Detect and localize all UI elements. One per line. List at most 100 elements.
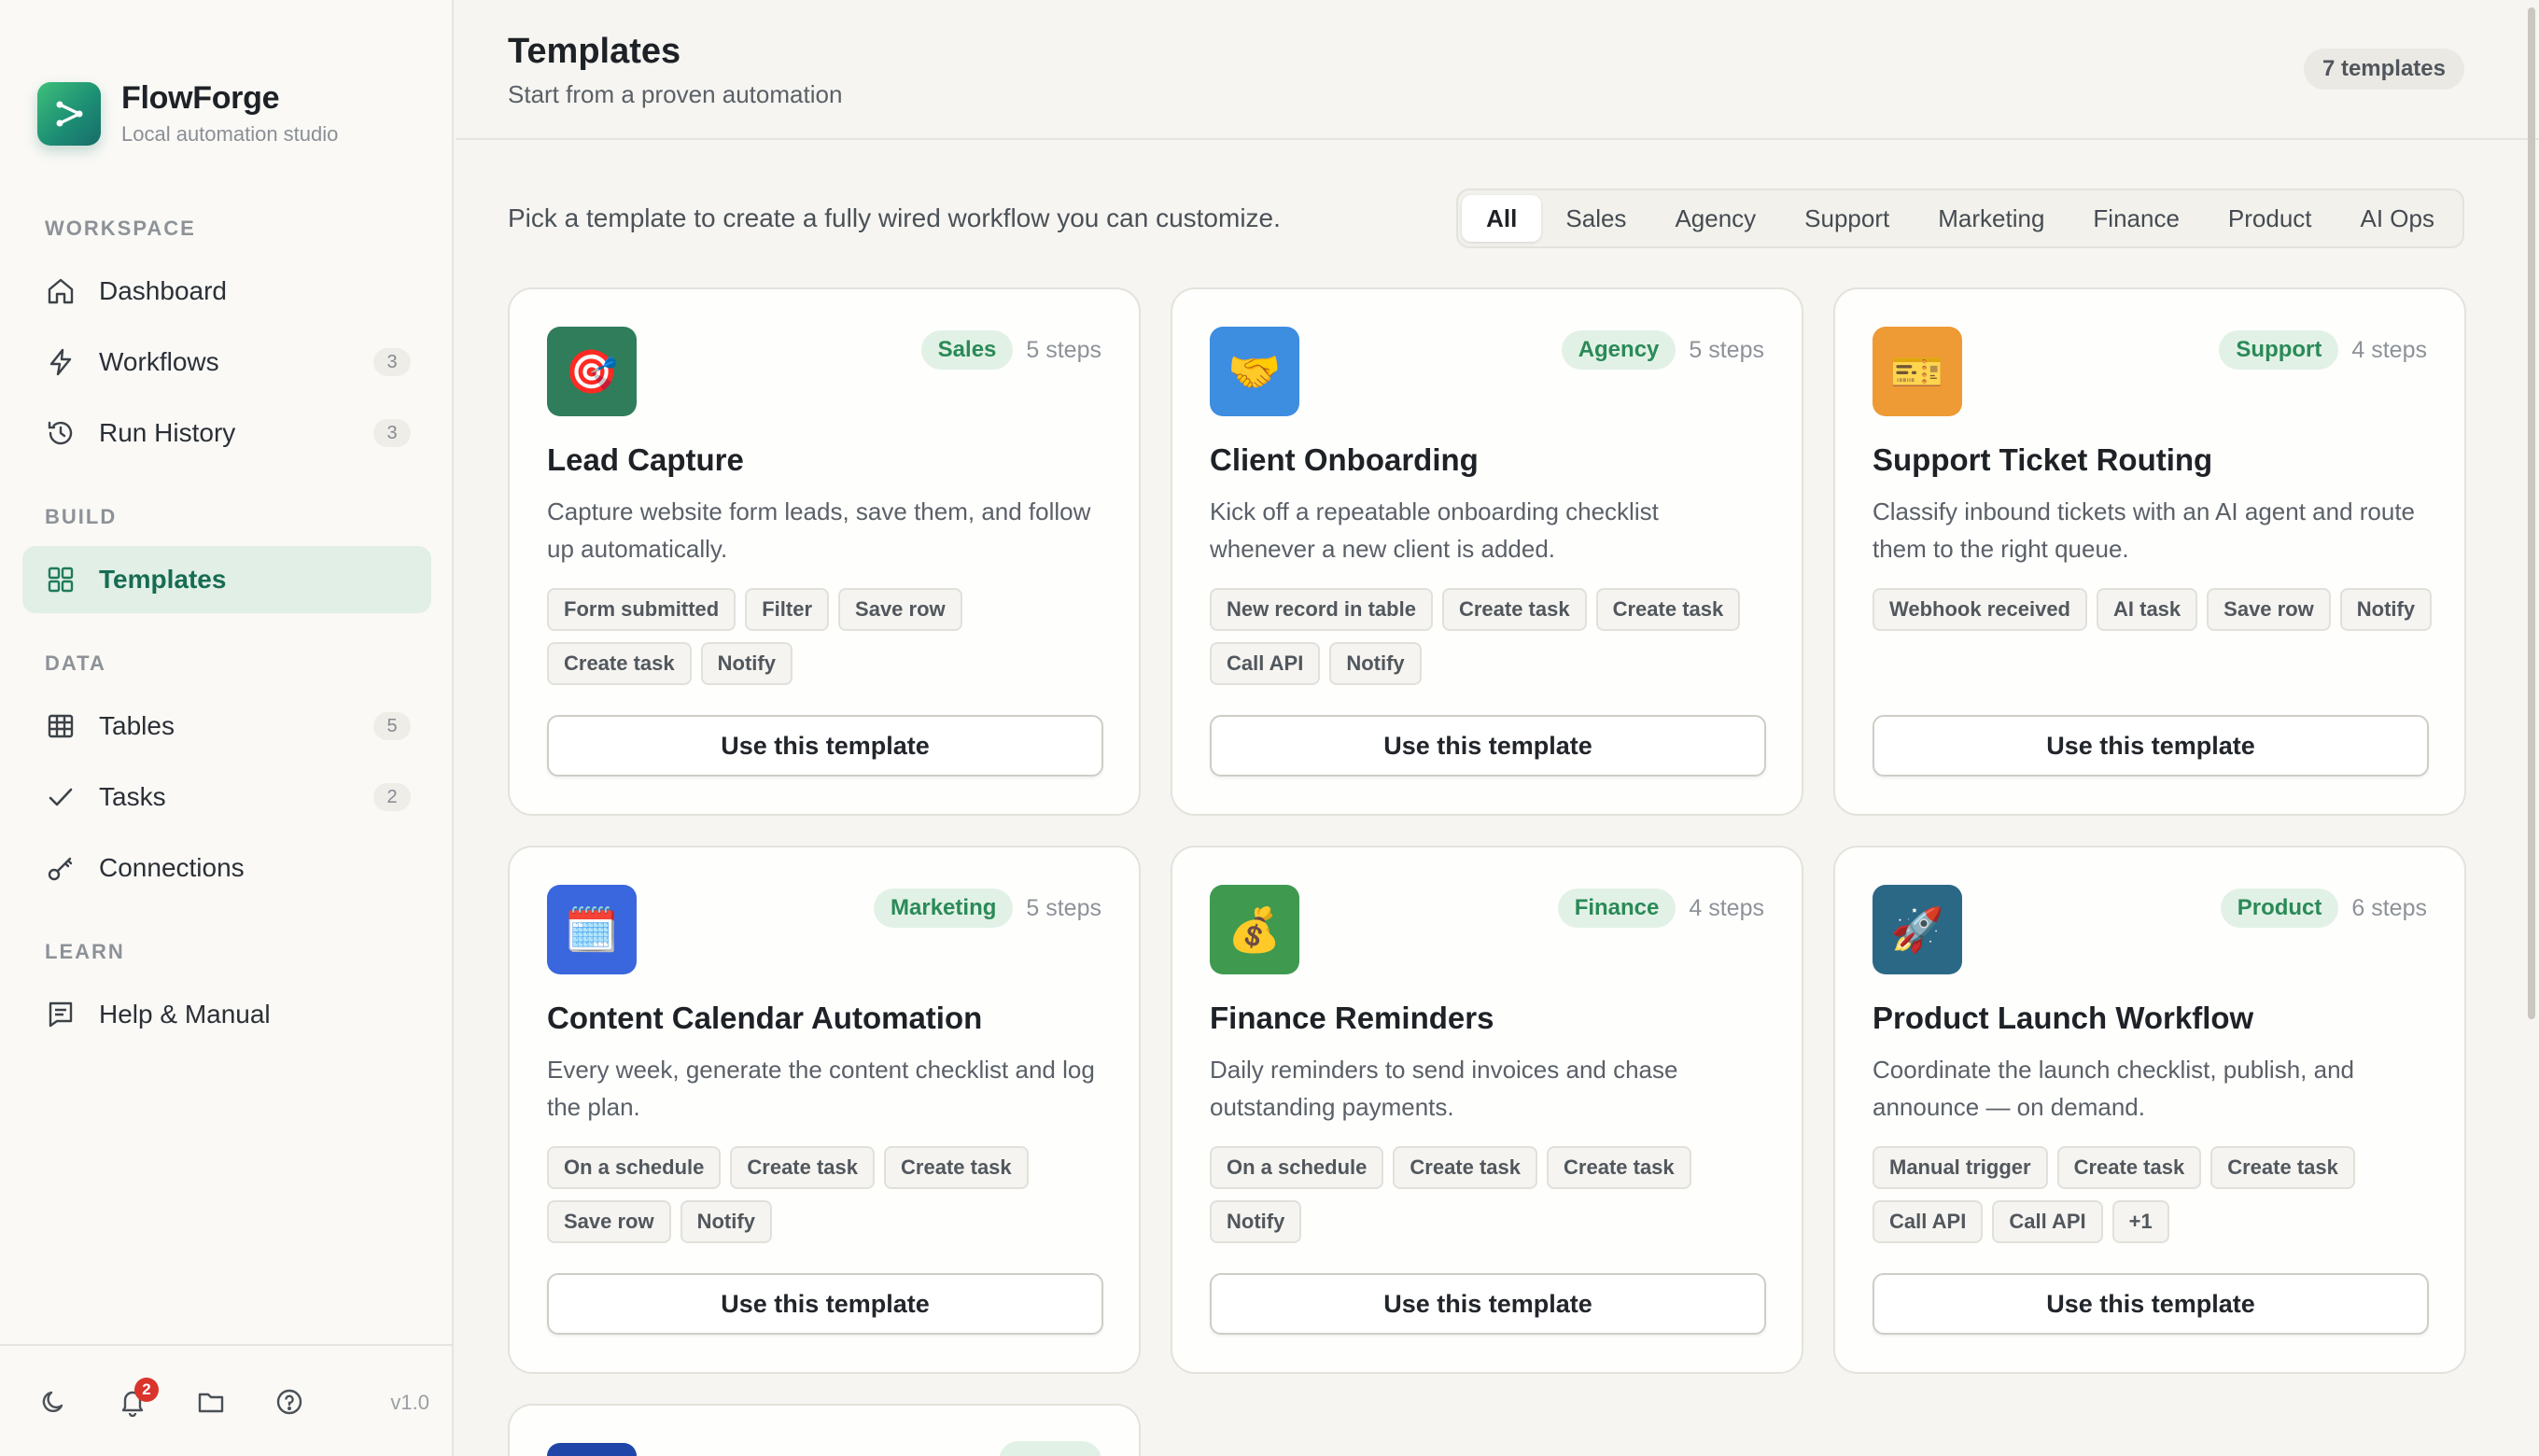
- step-chips: New record in table Create task Create t…: [1210, 588, 1770, 685]
- template-card-support-ticket-routing: 🎫 Support 4 steps Support Ticket Routing…: [1833, 287, 2466, 816]
- category-badge: Sales: [920, 330, 1014, 370]
- step-chips: Webhook received AI task Save row Notify: [1873, 588, 2433, 631]
- table-icon: [45, 710, 77, 742]
- sidebar-item-connections[interactable]: Connections: [22, 834, 431, 902]
- section-data: DATA: [45, 651, 106, 675]
- scrollbar[interactable]: [2528, 7, 2535, 1019]
- step-chip: Notify: [1210, 1200, 1302, 1243]
- folder-icon[interactable]: [194, 1385, 228, 1419]
- brand-subtitle: Local automation studio: [121, 122, 339, 146]
- use-template-button[interactable]: Use this template: [547, 1273, 1103, 1335]
- step-chip: Webhook received: [1873, 588, 2087, 631]
- sidebar-item-label: Tasks: [99, 782, 166, 811]
- template-count-badge: 7 templates: [2303, 49, 2464, 90]
- step-chip: Notify: [2339, 588, 2433, 631]
- template-card-content-calendar: 🗓️ Marketing 5 steps Content Calendar Au…: [508, 846, 1141, 1374]
- brand-name: FlowForge: [121, 80, 280, 116]
- moon-icon[interactable]: [37, 1385, 71, 1419]
- rocket-icon: 🚀: [1873, 885, 1962, 974]
- section-workspace: WORKSPACE: [45, 217, 196, 240]
- card-title: Lead Capture: [547, 442, 744, 477]
- step-chip: Filter: [745, 588, 830, 631]
- sidebar-item-label: Run History: [99, 418, 236, 447]
- sidebar-item-label: Templates: [99, 565, 227, 594]
- step-count: 4 steps: [2351, 336, 2427, 363]
- key-icon: [45, 852, 77, 884]
- count-badge: 3: [373, 348, 411, 376]
- page-header: Templates Start from a proven automation…: [456, 0, 2539, 140]
- step-count: 4 steps: [1689, 894, 1764, 921]
- template-card-finance-reminders: 💰 Finance 4 steps Finance Reminders Dail…: [1171, 846, 1803, 1374]
- step-chip: Form submitted: [547, 588, 736, 631]
- intro-text: Pick a template to create a fully wired …: [508, 203, 1281, 232]
- template-card-lead-capture: 🎯 Sales 5 steps Lead Capture Capture web…: [508, 287, 1141, 816]
- category-badge: Finance: [1557, 889, 1676, 928]
- sidebar-item-tables[interactable]: Tables 5: [22, 693, 431, 760]
- main-content: Templates Start from a proven automation…: [456, 0, 2539, 1456]
- card-icon-partial: [547, 1443, 637, 1456]
- step-chip: Create task: [1547, 1146, 1691, 1189]
- notification-badge: 2: [134, 1378, 159, 1402]
- use-template-button[interactable]: Use this template: [1210, 715, 1766, 777]
- count-badge: 2: [373, 783, 411, 811]
- sidebar-item-help-manual[interactable]: Help & Manual: [22, 981, 431, 1048]
- category-badge: Support: [2219, 330, 2339, 370]
- target-icon: 🎯: [547, 327, 637, 416]
- card-description: Kick off a repeatable onboarding checkli…: [1210, 497, 1659, 563]
- step-count: 5 steps: [1026, 894, 1101, 921]
- use-template-button[interactable]: Use this template: [547, 715, 1103, 777]
- filter-tab-ai-ops[interactable]: AI Ops: [2336, 195, 2459, 242]
- sidebar-item-run-history[interactable]: Run History 3: [22, 399, 431, 467]
- step-chips: On a schedule Create task Create task No…: [1210, 1146, 1770, 1243]
- filter-tab-finance[interactable]: Finance: [2069, 195, 2204, 242]
- step-chip: Create task: [2210, 1146, 2355, 1189]
- handshake-icon: 🤝: [1210, 327, 1299, 416]
- template-card-product-launch: 🚀 Product 6 steps Product Launch Workflo…: [1833, 846, 2466, 1374]
- check-icon: [45, 781, 77, 813]
- section-build: BUILD: [45, 505, 118, 528]
- filter-tab-sales[interactable]: Sales: [1541, 195, 1650, 242]
- card-title: Product Launch Workflow: [1873, 1001, 2254, 1035]
- page-subtitle: Start from a proven automation: [508, 80, 843, 108]
- use-template-button[interactable]: Use this template: [1873, 1273, 2429, 1335]
- category-badge: Marketing: [874, 889, 1014, 928]
- step-chip: Create task: [1393, 1146, 1538, 1189]
- category-badge: Product: [2220, 889, 2339, 928]
- step-chip: Save row: [547, 1200, 671, 1243]
- use-template-button[interactable]: Use this template: [1873, 715, 2429, 777]
- step-count: 5 steps: [1689, 336, 1764, 363]
- home-icon: [45, 275, 77, 307]
- card-description: Classify inbound tickets with an AI agen…: [1873, 497, 2416, 563]
- step-chip: Call API: [1210, 642, 1321, 685]
- filter-tab-product[interactable]: Product: [2204, 195, 2336, 242]
- flowforge-logo-icon: [37, 81, 101, 146]
- card-description: Coordinate the launch checklist, publish…: [1873, 1056, 2354, 1121]
- sidebar-item-templates[interactable]: Templates: [22, 546, 431, 613]
- card-title: Client Onboarding: [1210, 442, 1479, 477]
- page-title: Templates: [508, 32, 681, 71]
- step-chip: Save row: [838, 588, 962, 631]
- step-chip: Create task: [1595, 588, 1741, 631]
- brand[interactable]: FlowForge Local automation studio: [37, 80, 338, 147]
- sidebar-footer: 2 v1.0: [0, 1344, 452, 1456]
- sidebar-item-dashboard[interactable]: Dashboard: [22, 258, 431, 325]
- step-chip: Create task: [1441, 588, 1587, 631]
- bell-icon[interactable]: 2: [116, 1378, 159, 1419]
- use-template-button[interactable]: Use this template: [1210, 1273, 1766, 1335]
- category-filter-tabs: All Sales Agency Support Marketing Finan…: [1456, 189, 2464, 248]
- filter-tab-support[interactable]: Support: [1780, 195, 1914, 242]
- money-bag-icon: 💰: [1210, 885, 1299, 974]
- step-chip: New record in table: [1210, 588, 1433, 631]
- help-circle-icon[interactable]: [273, 1385, 306, 1419]
- step-chip: Create task: [2056, 1146, 2202, 1189]
- step-count: 5 steps: [1026, 336, 1101, 363]
- sidebar-item-tasks[interactable]: Tasks 2: [22, 763, 431, 831]
- category-badge: Agency: [1561, 330, 1676, 370]
- category-badge-partial: [999, 1441, 1101, 1456]
- filter-tab-all[interactable]: All: [1462, 195, 1542, 242]
- step-chip: Call API: [1873, 1200, 1984, 1243]
- sidebar-item-workflows[interactable]: Workflows 3: [22, 329, 431, 396]
- filter-tab-agency[interactable]: Agency: [1650, 195, 1780, 242]
- more-steps-chip: +1: [2111, 1200, 2169, 1243]
- filter-tab-marketing[interactable]: Marketing: [1914, 195, 2069, 242]
